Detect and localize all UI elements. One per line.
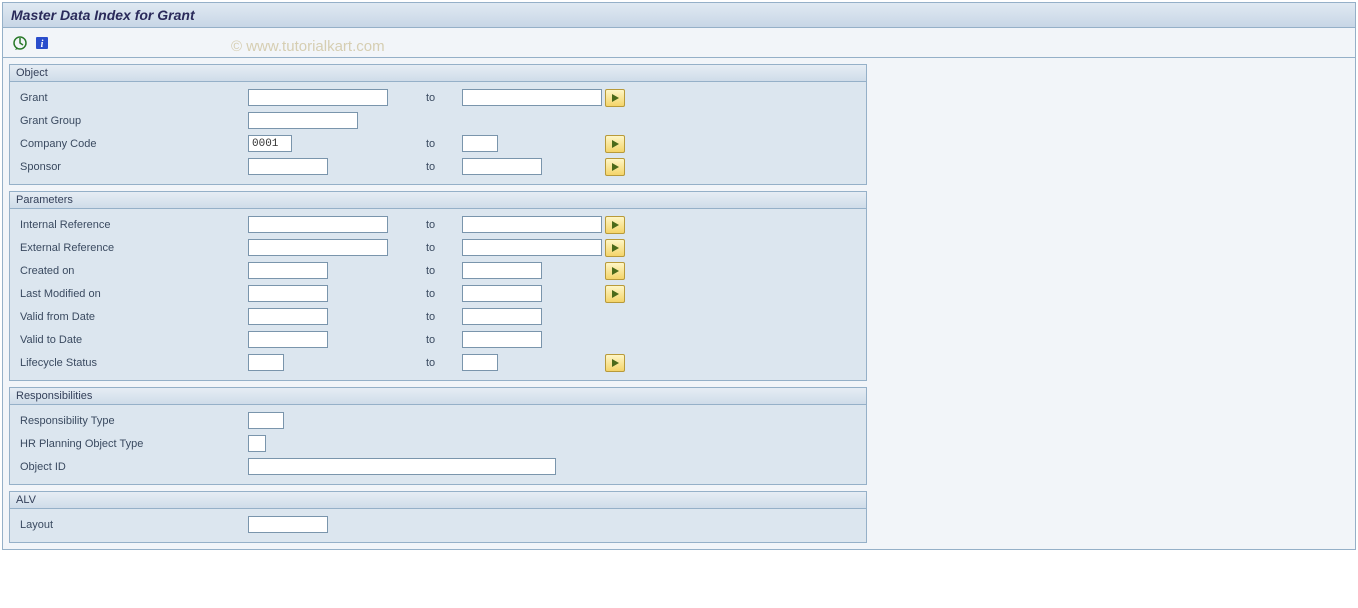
- group-header-alv: ALV: [10, 492, 866, 509]
- object-id-input[interactable]: [248, 458, 556, 475]
- label-valid-to: Valid to Date: [20, 334, 248, 346]
- label-hr-planning: HR Planning Object Type: [20, 438, 248, 450]
- hr-planning-input[interactable]: [248, 435, 266, 452]
- valid-from-to-input[interactable]: [462, 308, 542, 325]
- company-code-from-input[interactable]: [248, 135, 292, 152]
- to-label: to: [426, 92, 435, 104]
- valid-from-from-input[interactable]: [248, 308, 328, 325]
- label-last-modified: Last Modified on: [20, 288, 248, 300]
- sponsor-from-input[interactable]: [248, 158, 328, 175]
- internal-ref-more-button[interactable]: [605, 216, 625, 234]
- label-grant-group: Grant Group: [20, 115, 248, 127]
- arrow-right-icon: [612, 94, 619, 102]
- label-valid-from: Valid from Date: [20, 311, 248, 323]
- label-lifecycle: Lifecycle Status: [20, 357, 248, 369]
- arrow-right-icon: [612, 163, 619, 171]
- valid-to-from-input[interactable]: [248, 331, 328, 348]
- created-on-more-button[interactable]: [605, 262, 625, 280]
- to-label: to: [426, 265, 435, 277]
- sponsor-to-input[interactable]: [462, 158, 542, 175]
- arrow-right-icon: [612, 267, 619, 275]
- layout-input[interactable]: [248, 516, 328, 533]
- valid-to-to-input[interactable]: [462, 331, 542, 348]
- main-panel: Master Data Index for Grant i © www.tuto…: [2, 2, 1356, 550]
- created-on-from-input[interactable]: [248, 262, 328, 279]
- toolbar: i © www.tutorialkart.com: [3, 28, 1355, 58]
- sponsor-more-button[interactable]: [605, 158, 625, 176]
- arrow-right-icon: [612, 290, 619, 298]
- group-parameters: Parameters Internal Reference to Externa…: [9, 191, 867, 381]
- external-ref-from-input[interactable]: [248, 239, 388, 256]
- internal-ref-from-input[interactable]: [248, 216, 388, 233]
- label-created-on: Created on: [20, 265, 248, 277]
- internal-ref-to-input[interactable]: [462, 216, 602, 233]
- to-label: to: [426, 288, 435, 300]
- content-area: Object Grant to Grant Group Company Code…: [3, 58, 1355, 549]
- group-object: Object Grant to Grant Group Company Code…: [9, 64, 867, 185]
- arrow-right-icon: [612, 221, 619, 229]
- group-header-responsibilities: Responsibilities: [10, 388, 866, 405]
- arrow-right-icon: [612, 140, 619, 148]
- lifecycle-more-button[interactable]: [605, 354, 625, 372]
- execute-icon[interactable]: [11, 34, 29, 52]
- lifecycle-to-input[interactable]: [462, 354, 498, 371]
- grant-more-button[interactable]: [605, 89, 625, 107]
- svg-text:i: i: [41, 39, 44, 50]
- external-ref-more-button[interactable]: [605, 239, 625, 257]
- grant-group-input[interactable]: [248, 112, 358, 129]
- to-label: to: [426, 242, 435, 254]
- to-label: to: [426, 138, 435, 150]
- external-ref-to-input[interactable]: [462, 239, 602, 256]
- lifecycle-from-input[interactable]: [248, 354, 284, 371]
- created-on-to-input[interactable]: [462, 262, 542, 279]
- group-header-parameters: Parameters: [10, 192, 866, 209]
- to-label: to: [426, 334, 435, 346]
- info-icon[interactable]: i: [33, 34, 51, 52]
- label-object-id: Object ID: [20, 461, 248, 473]
- to-label: to: [426, 311, 435, 323]
- label-grant: Grant: [20, 92, 248, 104]
- last-modified-from-input[interactable]: [248, 285, 328, 302]
- label-external-ref: External Reference: [20, 242, 248, 254]
- company-code-to-input[interactable]: [462, 135, 498, 152]
- label-layout: Layout: [20, 519, 248, 531]
- to-label: to: [426, 219, 435, 231]
- label-internal-ref: Internal Reference: [20, 219, 248, 231]
- watermark-text: © www.tutorialkart.com: [231, 38, 385, 55]
- resp-type-input[interactable]: [248, 412, 284, 429]
- page-title: Master Data Index for Grant: [3, 3, 1355, 28]
- last-modified-more-button[interactable]: [605, 285, 625, 303]
- last-modified-to-input[interactable]: [462, 285, 542, 302]
- grant-to-input[interactable]: [462, 89, 602, 106]
- arrow-right-icon: [612, 244, 619, 252]
- label-sponsor: Sponsor: [20, 161, 248, 173]
- group-alv: ALV Layout: [9, 491, 867, 543]
- arrow-right-icon: [612, 359, 619, 367]
- group-responsibilities: Responsibilities Responsibility Type HR …: [9, 387, 867, 485]
- label-resp-type: Responsibility Type: [20, 415, 248, 427]
- to-label: to: [426, 357, 435, 369]
- grant-from-input[interactable]: [248, 89, 388, 106]
- group-header-object: Object: [10, 65, 866, 82]
- label-company-code: Company Code: [20, 138, 248, 150]
- to-label: to: [426, 161, 435, 173]
- company-code-more-button[interactable]: [605, 135, 625, 153]
